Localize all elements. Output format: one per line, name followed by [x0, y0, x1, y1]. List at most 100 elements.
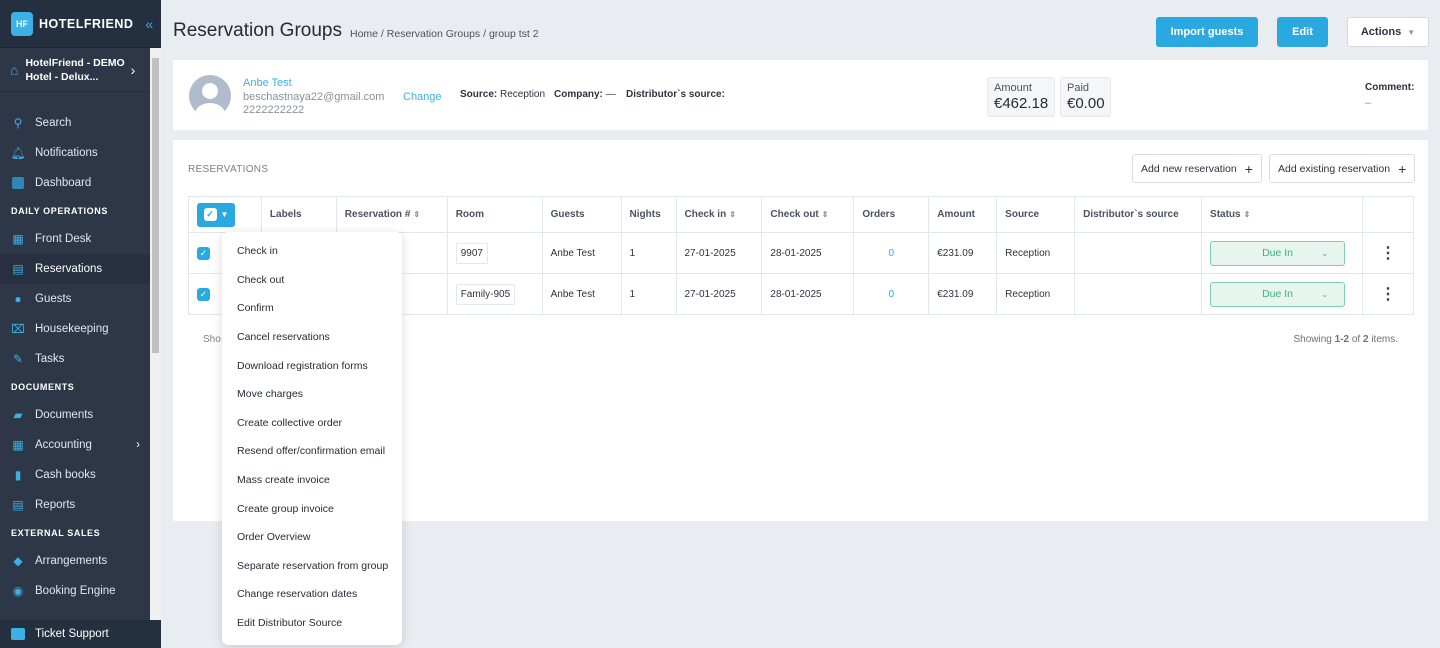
- select-all-dropdown[interactable]: ✓ ▼: [197, 202, 235, 227]
- distributor-label: Distributor`s source:: [626, 89, 725, 100]
- sidebar-item-cash-books[interactable]: ▮ Cash books: [0, 460, 150, 490]
- guest-email: beschastnaya22@gmail.com: [243, 91, 385, 103]
- column-label: Status: [1210, 209, 1241, 220]
- sidebar-item-label: Notifications: [35, 147, 98, 159]
- hotelfriend-logo: HF: [11, 11, 33, 36]
- column-header-status[interactable]: Status ⇕: [1201, 196, 1363, 233]
- paid-box: Paid €0.00: [1060, 77, 1111, 117]
- reports-icon: ▤: [12, 498, 24, 512]
- guest-card: Anbe Test beschastnaya22@gmail.com 22222…: [173, 60, 1428, 130]
- menu-item-create-group-invoice[interactable]: Create group invoice: [222, 494, 402, 523]
- actions-button[interactable]: Actions ▼: [1347, 17, 1429, 47]
- reservations-heading: RESERVATIONS: [188, 164, 269, 175]
- bell-icon: 🔔︎: [10, 146, 26, 160]
- column-header-nights: Nights: [620, 196, 677, 233]
- arrangements-icon: ◆: [13, 554, 23, 568]
- column-header-check-out[interactable]: Check out ⇕: [761, 196, 855, 233]
- add-existing-reservation-button[interactable]: Add existing reservation +: [1269, 154, 1416, 183]
- row-more-options-icon[interactable]: ⋮: [1361, 273, 1415, 315]
- company-value: —: [605, 89, 616, 100]
- menu-item-change-reservation-dates[interactable]: Change reservation dates: [222, 580, 402, 609]
- ticket-icon: [11, 628, 25, 640]
- row-more-options-icon[interactable]: ⋮: [1361, 232, 1415, 274]
- add-new-reservation-button[interactable]: Add new reservation +: [1132, 154, 1262, 183]
- sidebar-item-booking-engine[interactable]: ◉ Booking Engine: [0, 576, 150, 606]
- row-checkbox[interactable]: ✓: [197, 246, 210, 260]
- avatar: [189, 75, 231, 117]
- sidebar-item-guests[interactable]: ● Guests: [0, 284, 150, 314]
- room-tag: Family-905: [455, 283, 516, 305]
- guests-value: Anbe Test: [550, 247, 595, 259]
- status-dropdown[interactable]: Due In ⌄: [1210, 281, 1346, 307]
- breadcrumb: Home / Reservation Groups / group tst 2: [350, 28, 539, 40]
- sidebar-item-label: Guests: [35, 293, 72, 305]
- check-in-value: 27-01-2025: [684, 288, 736, 300]
- menu-item-order-overview[interactable]: Order Overview: [222, 523, 402, 552]
- sidebar-item-housekeeping[interactable]: ⌧ Housekeeping: [0, 314, 150, 344]
- sidebar-item-accounting[interactable]: ▦ Accounting ›: [0, 430, 150, 460]
- chevron-down-icon: ⌄: [1321, 289, 1329, 299]
- menu-item-confirm[interactable]: Confirm: [222, 294, 402, 323]
- source-value: Reception: [1005, 288, 1051, 300]
- column-label: Nights: [629, 209, 661, 220]
- sidebar-section-documents: DOCUMENTS: [11, 382, 75, 392]
- sidebar-item-label: Documents: [35, 409, 94, 421]
- column-header-distributor-s-source: Distributor`s source: [1074, 196, 1203, 233]
- menu-item-mass-create-invoice[interactable]: Mass create invoice: [222, 466, 402, 495]
- breadcrumb-home[interactable]: Home: [350, 28, 378, 40]
- column-label: Source: [1005, 209, 1040, 220]
- comment-value: –: [1365, 97, 1372, 109]
- menu-item-move-charges[interactable]: Move charges: [222, 380, 402, 409]
- edit-button[interactable]: Edit: [1277, 17, 1328, 47]
- sidebar-item-dashboard[interactable]: Dashboard: [0, 168, 150, 198]
- status-label: Due In: [1262, 247, 1293, 259]
- ticket-support-button[interactable]: Ticket Support: [0, 620, 161, 648]
- status-dropdown[interactable]: Due In ⌄: [1210, 240, 1346, 266]
- sort-icon: ⇕: [729, 210, 736, 219]
- dashboard-icon: [11, 176, 25, 190]
- sidebar-item-reports[interactable]: ▤ Reports: [0, 490, 150, 520]
- import-guests-button[interactable]: Import guests: [1156, 17, 1258, 47]
- menu-item-create-collective-order[interactable]: Create collective order: [222, 409, 402, 438]
- guest-phone: 2222222222: [243, 104, 305, 116]
- check-out-value: 28-01-2025: [770, 288, 822, 300]
- bulk-actions-menu: Check in Check out Confirm Cancel reservati…: [222, 232, 402, 645]
- sidebar-nav: ⚲ Search 🔔︎ Notifications Dashboard DAILY OPE…: [0, 108, 150, 606]
- breadcrumb-current: group tst 2: [488, 28, 539, 40]
- sidebar-section-external-sales: EXTERNAL SALES: [11, 528, 101, 538]
- sidebar-item-arrangements[interactable]: ◆ Arrangements: [0, 546, 150, 576]
- column-header-labels: Labels: [260, 196, 337, 233]
- reservations-icon: ▤: [12, 262, 24, 276]
- sidebar-item-tasks[interactable]: ✎ Tasks: [0, 344, 150, 374]
- amount-label: Amount: [994, 82, 1032, 94]
- source-value: Reception: [1005, 247, 1051, 259]
- menu-item-separate-reservation-from-group[interactable]: Separate reservation from group: [222, 552, 402, 581]
- paid-value: €0.00: [1067, 95, 1105, 112]
- menu-item-check-in[interactable]: Check in: [222, 237, 402, 266]
- change-guest-link[interactable]: Change: [403, 91, 442, 103]
- chevron-right-icon: ›: [130, 61, 136, 78]
- sidebar-item-documents[interactable]: ▰ Documents: [0, 400, 150, 430]
- column-header-reservation[interactable]: Reservation # ⇕: [335, 196, 448, 233]
- row-checkbox[interactable]: ✓: [197, 287, 210, 301]
- column-header-check-in[interactable]: Check in ⇕: [675, 196, 763, 233]
- sidebar-item-notifications[interactable]: 🔔︎ Notifications: [0, 138, 150, 168]
- sidebar-item-front-desk[interactable]: ▦ Front Desk: [0, 224, 150, 254]
- menu-item-edit-distributor-source[interactable]: Edit Distributor Source: [222, 609, 402, 638]
- sidebar-item-search[interactable]: ⚲ Search: [0, 108, 150, 138]
- sidebar-scrollbar[interactable]: [150, 48, 161, 620]
- menu-item-check-out[interactable]: Check out: [222, 266, 402, 295]
- menu-item-cancel-reservations[interactable]: Cancel reservations: [222, 323, 402, 352]
- breadcrumb-reservation-groups[interactable]: Reservation Groups: [387, 28, 480, 40]
- cash-books-icon: ▮: [14, 468, 22, 482]
- orders-link[interactable]: 0: [889, 289, 895, 300]
- footer-showing-truncated: Sho: [203, 334, 221, 345]
- menu-item-resend-offer-confirmation-email[interactable]: Resend offer/confirmation email: [222, 437, 402, 466]
- collapse-sidebar-icon[interactable]: «: [145, 16, 153, 32]
- orders-link[interactable]: 0: [889, 248, 895, 259]
- hotel-selector[interactable]: ⌂ HotelFriend - DEMO Hotel - Delux... ›: [0, 48, 150, 92]
- menu-item-download-registration-forms[interactable]: Download registration forms: [222, 351, 402, 380]
- scrollbar-thumb[interactable]: [152, 58, 159, 353]
- guest-name-link[interactable]: Anbe Test: [243, 77, 292, 89]
- sidebar-item-reservations[interactable]: ▤ Reservations: [0, 254, 150, 284]
